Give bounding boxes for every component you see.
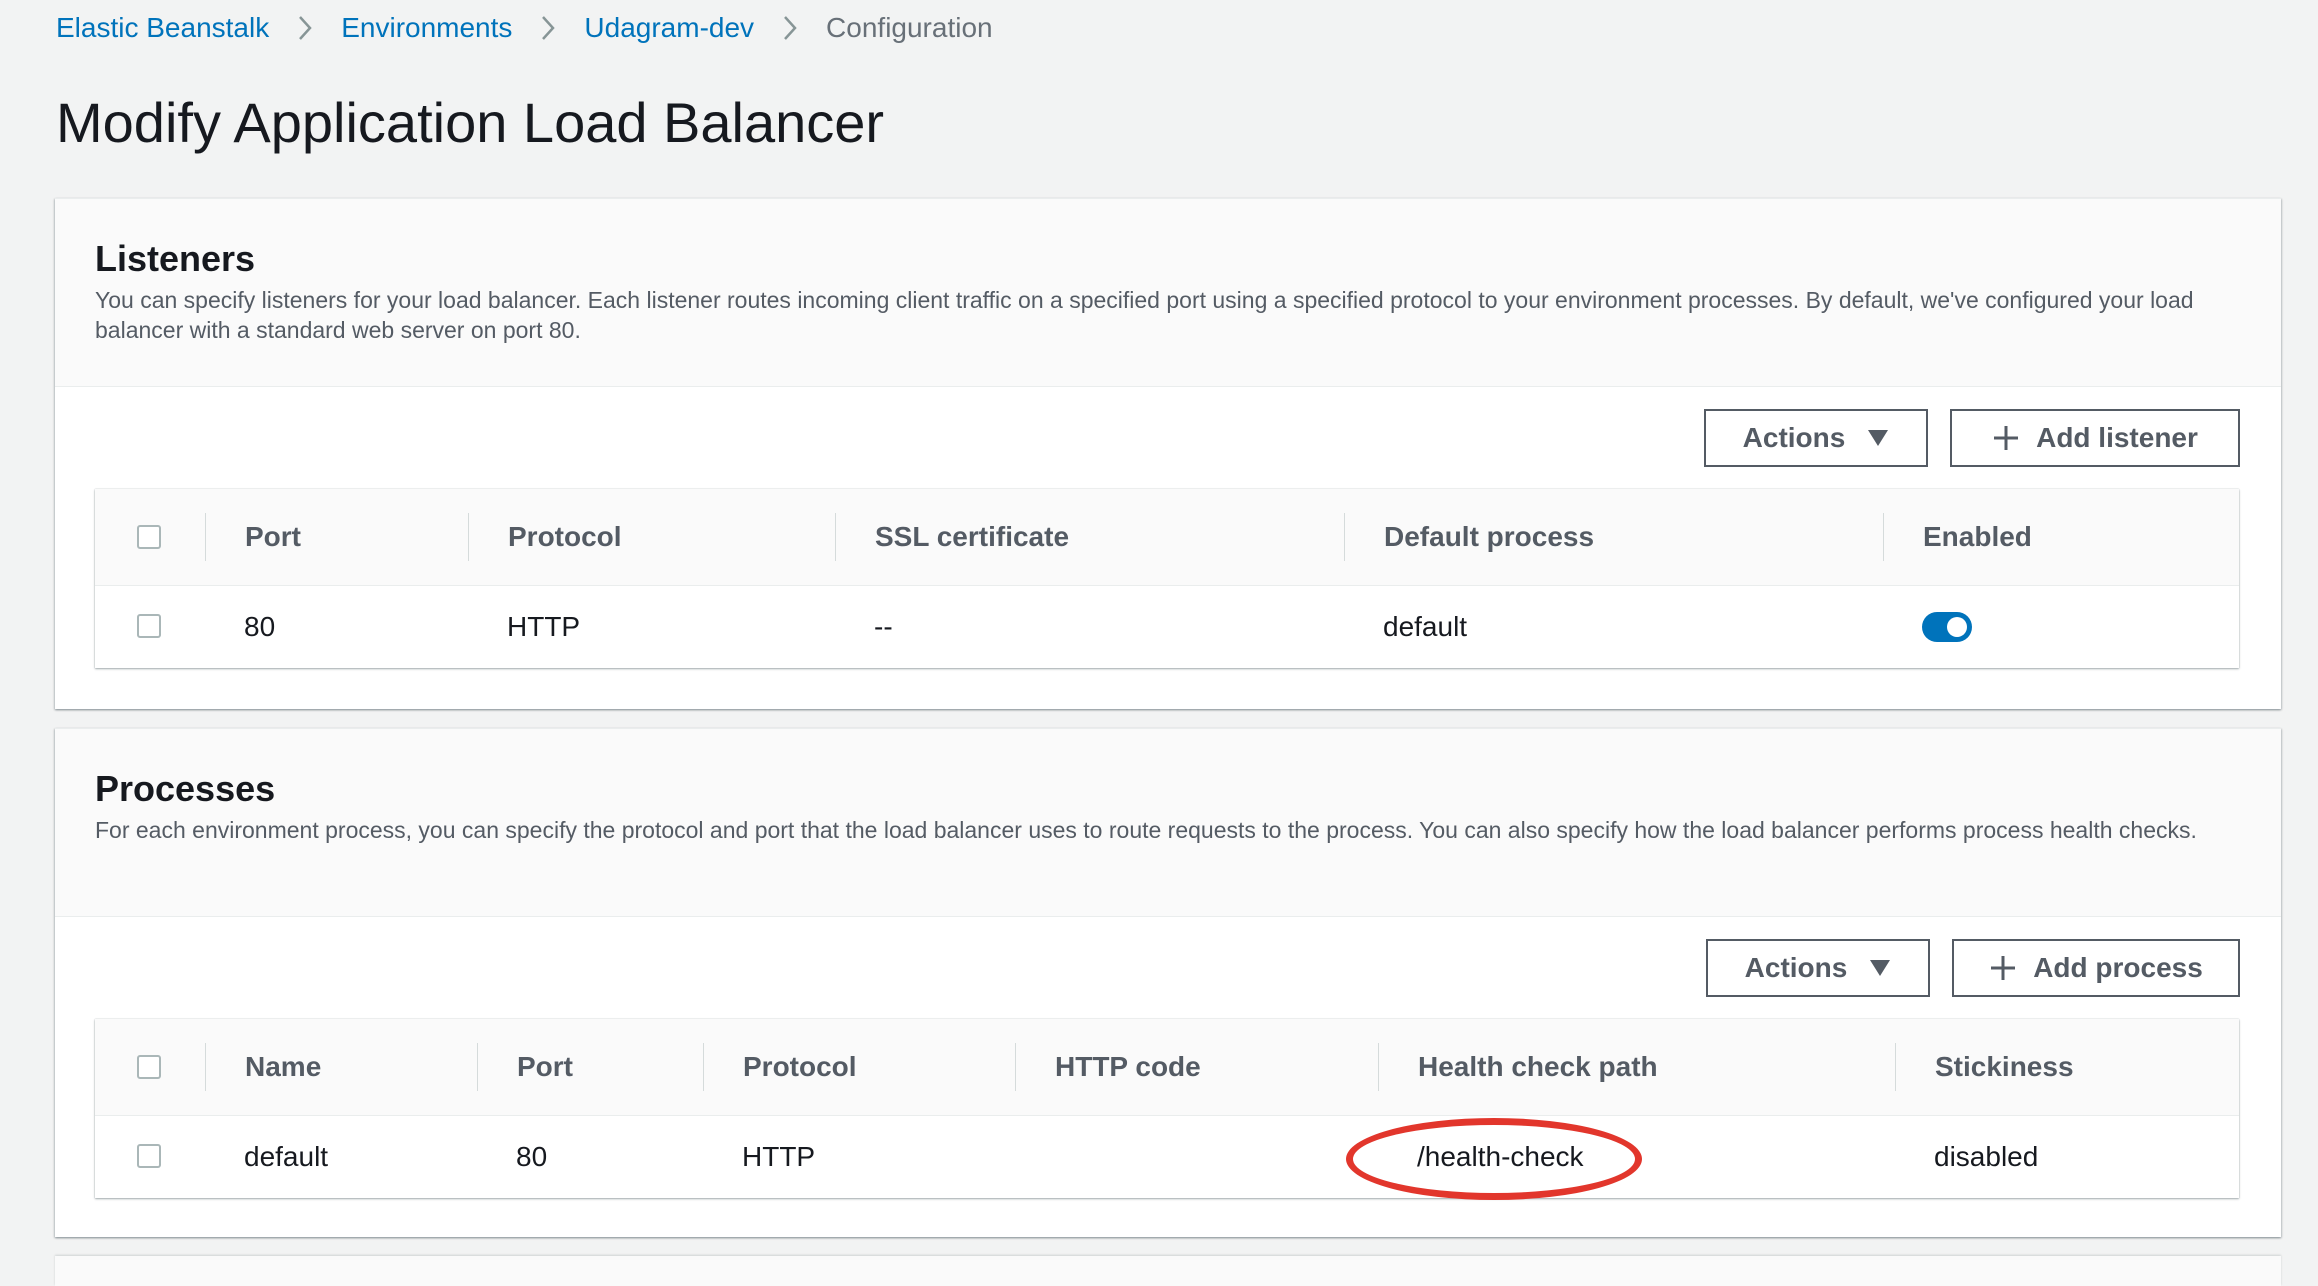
listener-port: 80 [244,611,276,642]
column-header-health-check-path[interactable]: Health check path [1418,1019,1658,1115]
column-divider [1015,1043,1016,1091]
column-divider [835,513,836,561]
process-stickiness: disabled [1934,1141,2039,1172]
process-protocol: HTTP [742,1141,816,1172]
process-port: 80 [516,1141,548,1172]
listeners-toolbar: Actions Add listener [55,387,2281,487]
chevron-right-icon [512,15,584,41]
table-row[interactable]: 80 HTTP -- default [95,586,2239,668]
listener-default-process: default [1383,611,1468,642]
plus-icon [1992,424,2020,452]
row-checkbox[interactable] [137,1144,161,1168]
column-header-ssl-certificate[interactable]: SSL certificate [875,489,1069,585]
add-process-button[interactable]: Add process [1952,939,2240,997]
column-divider [703,1043,704,1091]
column-divider [1344,513,1345,561]
column-header-stickiness[interactable]: Stickiness [1935,1019,2074,1115]
column-divider [205,513,206,561]
column-divider [468,513,469,561]
listener-protocol: HTTP [507,611,581,642]
column-header-default-process[interactable]: Default process [1384,489,1594,585]
listener-ssl-certificate: -- [874,611,893,642]
processes-table: Name Port Protocol HTTP code Health chec… [95,1019,2239,1198]
listeners-actions-label: Actions [1742,422,1846,453]
breadcrumb-udagram-dev[interactable]: Udagram-dev [584,12,754,44]
annotation-highlight-ellipse [1346,1118,1642,1200]
listeners-description: You can specify listeners for your load … [95,287,2194,343]
column-divider [1895,1043,1896,1091]
column-header-name[interactable]: Name [245,1019,321,1115]
column-divider [477,1043,478,1091]
column-header-protocol[interactable]: Protocol [743,1019,857,1115]
enabled-toggle[interactable] [1922,612,1972,642]
listeners-panel: Listeners You can specify listeners for … [55,198,2281,709]
processes-actions-button[interactable]: Actions [1706,939,1930,997]
process-name: default [244,1141,329,1172]
toggle-knob [1947,617,1967,637]
chevron-right-icon [269,15,341,41]
column-divider [205,1043,206,1091]
page-title: Modify Application Load Balancer [56,91,885,154]
breadcrumb-elastic-beanstalk[interactable]: Elastic Beanstalk [56,12,269,44]
caret-down-icon [1867,429,1889,447]
processes-description: For each environment process, you can sp… [95,817,2197,843]
breadcrumb-environments[interactable]: Environments [341,12,512,44]
plus-icon [1989,954,2017,982]
add-listener-label: Add listener [2036,422,2198,453]
chevron-right-icon [754,15,826,41]
listeners-table: Port Protocol SSL certificate Default pr… [95,489,2239,668]
next-panel-edge [55,1256,2281,1286]
table-row[interactable]: default 80 HTTP /health-check disabled [95,1116,2239,1198]
breadcrumb: Elastic Beanstalk Environments Udagram-d… [56,6,993,50]
column-divider [1378,1043,1379,1091]
processes-title: Processes [95,768,276,809]
processes-panel: Processes For each environment process, … [55,728,2281,1237]
breadcrumb-current: Configuration [826,12,993,43]
listeners-actions-button[interactable]: Actions [1704,409,1928,467]
column-header-port[interactable]: Port [245,489,301,585]
processes-header: Processes For each environment process, … [55,729,2281,917]
add-process-label: Add process [2033,952,2203,983]
add-listener-button[interactable]: Add listener [1950,409,2240,467]
column-header-port[interactable]: Port [517,1019,573,1115]
column-header-http-code[interactable]: HTTP code [1055,1019,1201,1115]
column-divider [1883,513,1884,561]
processes-table-header: Name Port Protocol HTTP code Health chec… [95,1019,2239,1116]
listeners-header: Listeners You can specify listeners for … [55,199,2281,387]
column-header-enabled[interactable]: Enabled [1923,489,2032,585]
row-checkbox[interactable] [137,614,161,638]
select-all-checkbox[interactable] [137,1055,161,1079]
listeners-table-header: Port Protocol SSL certificate Default pr… [95,489,2239,586]
column-header-protocol[interactable]: Protocol [508,489,622,585]
listeners-title: Listeners [95,238,256,279]
processes-actions-label: Actions [1744,952,1848,983]
caret-down-icon [1869,959,1891,977]
processes-toolbar: Actions Add process [55,917,2281,1017]
select-all-checkbox[interactable] [137,525,161,549]
